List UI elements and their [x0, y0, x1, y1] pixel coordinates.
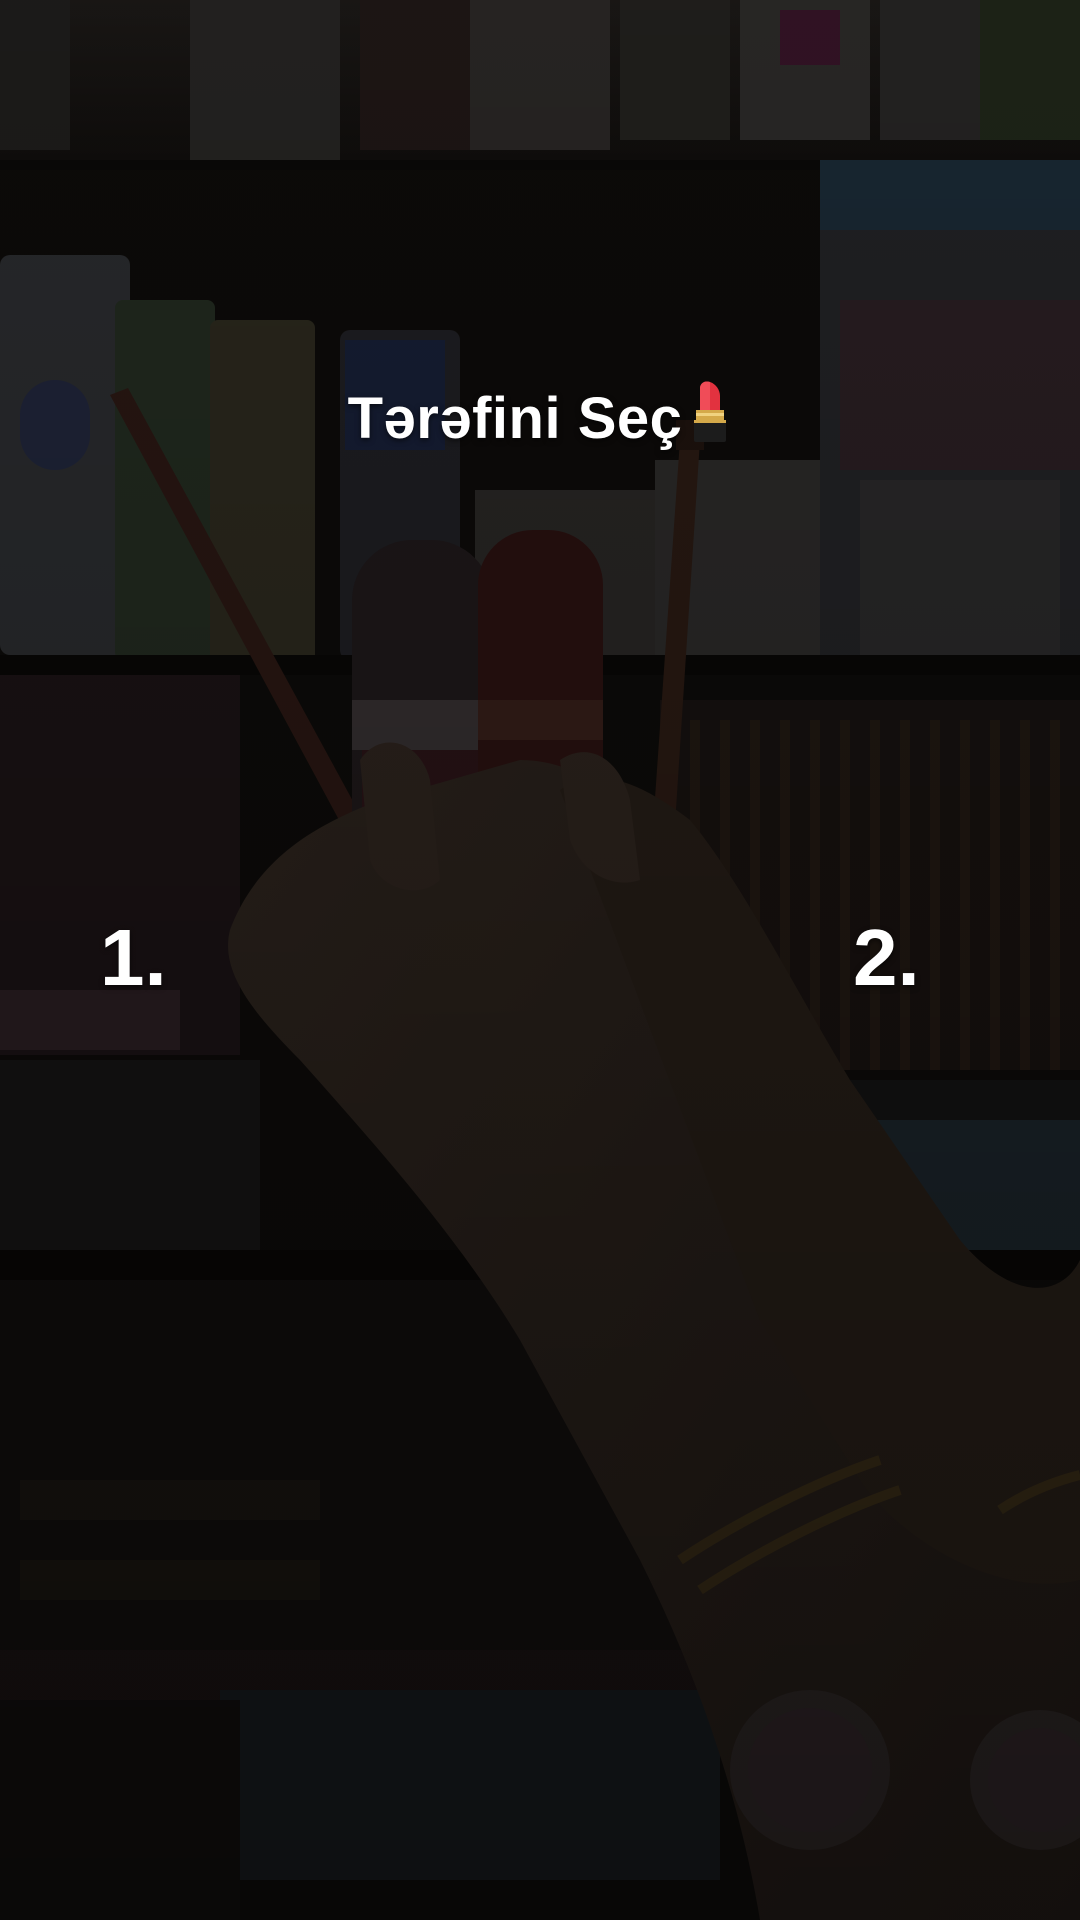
title-overlay: Tərəfini Seç: [0, 380, 1080, 452]
title-text: Tərəfini Seç: [347, 386, 683, 451]
lipstick-icon: [694, 381, 727, 442]
option-2-label: 2.: [853, 913, 920, 1002]
story-screen: Tərəfini Seç 1. 2.: [0, 0, 1080, 1920]
option-1-label: 1.: [100, 913, 167, 1002]
